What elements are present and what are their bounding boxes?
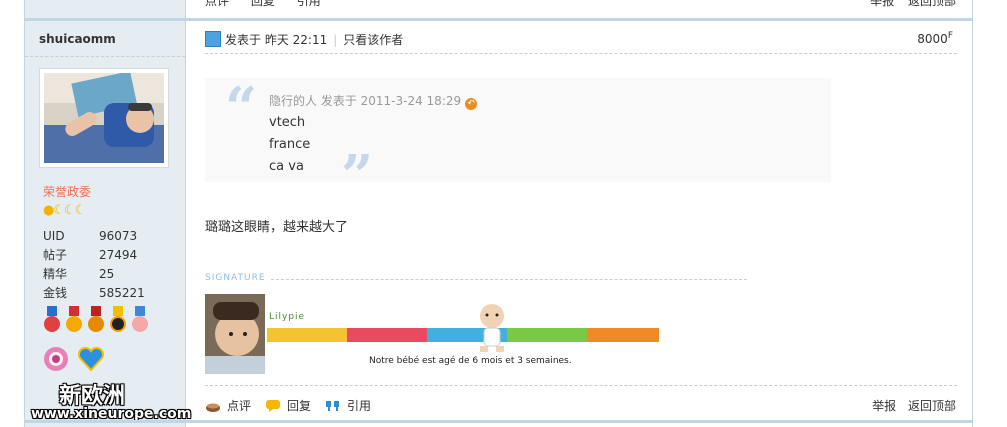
baby-mascot-icon: [480, 304, 504, 352]
medal-icon[interactable]: [87, 306, 105, 334]
avatar[interactable]: [39, 68, 169, 168]
stat-row-digest: 精华 25: [43, 267, 115, 281]
author-name[interactable]: shuicaomm: [39, 32, 116, 46]
divider: |: [333, 33, 338, 47]
online-status-icon: [205, 31, 221, 47]
previous-sidebar-strip: [25, 0, 185, 18]
signature-banner[interactable]: Lilypie Notre bébé est agé de 6 mois et …: [205, 294, 663, 374]
quote-line: vtech: [269, 115, 306, 130]
previous-post-links: 举报 返回顶部: [860, 0, 956, 9]
floor-number[interactable]: 8000F: [917, 31, 953, 46]
quote-open-mark: “: [225, 75, 258, 141]
post-links: 举报 返回顶部: [864, 397, 956, 414]
baby-photo: [205, 294, 265, 374]
medal-list: [43, 306, 149, 334]
speech-bubble-icon: [266, 399, 281, 412]
heart-badge-icon[interactable]: [77, 346, 105, 372]
quote-button[interactable]: 引用: [325, 397, 371, 414]
quote-block: “ 隐行的人 发表于 2011-3-24 18:29 ↶ vtech france…: [205, 75, 831, 204]
pink-badge-icon[interactable]: [43, 346, 69, 372]
reply-button[interactable]: 回复: [265, 397, 311, 414]
coffee-icon: [206, 403, 220, 412]
previous-post-footer: [25, 0, 972, 21]
stat-row-uid: UID 96073: [43, 229, 138, 243]
stat-row-money: 金钱 585221: [43, 286, 145, 300]
report-link[interactable]: 举报: [872, 399, 896, 413]
previous-post-actions: 点评 回复 引用: [205, 0, 339, 10]
back-arrow-icon[interactable]: ↶: [465, 98, 478, 110]
post-message: 璐璐这眼睛，越来越大了: [205, 220, 349, 235]
medal-icon[interactable]: [109, 306, 127, 334]
medal-icon[interactable]: [131, 306, 149, 334]
comment-button[interactable]: 点评: [205, 397, 251, 414]
post-bottom-border: [25, 420, 972, 423]
prev-quote-button[interactable]: 引用: [297, 0, 321, 8]
actions-divider: [205, 385, 957, 386]
quote-close-mark: ”: [341, 143, 374, 209]
ticker-text: Notre bébé est agé de 6 mois et 3 semain…: [369, 356, 572, 366]
post-actions: 点评 回复 引用: [205, 397, 371, 414]
prev-report-link[interactable]: 举报: [870, 0, 894, 8]
medal-icon[interactable]: [65, 306, 83, 334]
post-info-bar: 发表于 昨天 22:11 | 只看该作者 8000F: [205, 31, 957, 54]
user-group[interactable]: 荣誉政委: [43, 183, 91, 200]
badge-list: [43, 346, 105, 372]
signature-label: SIGNATURE: [205, 273, 266, 283]
quote-content: vtech france ca va: [269, 112, 310, 178]
moon-icon: ☾: [64, 203, 76, 218]
quote-icon: [326, 400, 340, 411]
author-stats: UID 96073 帖子 27494 精华 25 金钱 585221: [43, 227, 145, 303]
moon-icon: ☾: [74, 203, 87, 218]
avatar-image: [44, 73, 164, 163]
only-author-link[interactable]: 只看该作者: [343, 33, 403, 47]
quote-line: ca va: [269, 159, 304, 174]
post-time: 发表于 昨天 22:11: [225, 33, 328, 47]
medal-icon[interactable]: [43, 306, 61, 334]
quote-line: france: [269, 137, 311, 152]
post-container: 点评 回复 引用 举报 返回顶部 shuicaomm 荣誉政委 ●☾☾☾ UID…: [24, 0, 973, 427]
back-to-top-link[interactable]: 返回顶部: [908, 399, 956, 413]
lilypie-logo: Lilypie: [269, 312, 306, 322]
ticker-bar: [267, 328, 659, 342]
stat-row-posts: 帖子 27494: [43, 248, 138, 262]
moon-icon: ☾: [53, 203, 65, 218]
sun-icon: ●: [43, 203, 54, 218]
prev-back-to-top-link[interactable]: 返回顶部: [908, 0, 956, 8]
rank-stars: ●☾☾☾: [43, 203, 87, 218]
prev-reply-button[interactable]: 回复: [251, 0, 275, 8]
prev-comment-button[interactable]: 点评: [205, 0, 229, 8]
quote-header: 隐行的人 发表于 2011-3-24 18:29 ↶: [269, 92, 478, 110]
site-watermark: 新欧洲 www.xineurope.com: [31, 378, 191, 422]
sidebar-divider: [25, 56, 185, 57]
signature-divider: [271, 279, 747, 280]
